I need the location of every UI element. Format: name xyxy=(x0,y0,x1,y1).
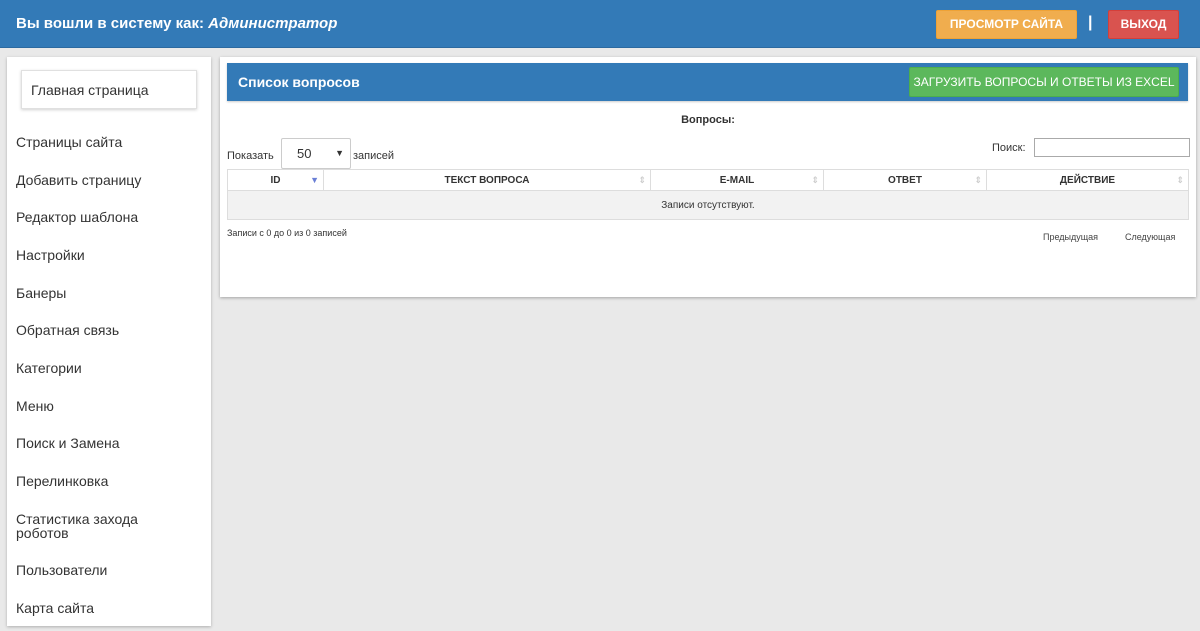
sort-desc-icon: ▼ xyxy=(310,175,319,185)
sidebar-item-add-page[interactable]: Добавить страницу xyxy=(16,173,206,187)
view-site-button[interactable]: ПРОСМОТР САЙТА xyxy=(936,10,1077,39)
page-size-select[interactable]: 50 ▼ xyxy=(281,138,351,169)
sort-both-icon: ⇕ xyxy=(974,175,982,185)
header-separator: | xyxy=(1088,14,1093,31)
panel-title: Список вопросов xyxy=(238,74,360,90)
sidebar-item-site-pages[interactable]: Страницы сайта xyxy=(16,135,206,149)
logout-button[interactable]: ВЫХОД xyxy=(1108,10,1179,39)
caret-down-icon: ▼ xyxy=(335,148,344,158)
questions-table: ID ▼ ТЕКСТ ВОПРОСА ⇕ E-MAIL ⇕ ОТВЕТ ⇕ ДЕ… xyxy=(227,169,1189,220)
sidebar-item-feedback[interactable]: Обратная связь xyxy=(16,323,206,337)
column-header-answer[interactable]: ОТВЕТ ⇕ xyxy=(823,170,986,191)
entries-label: записей xyxy=(353,150,395,162)
sidebar-item-users[interactable]: Пользователи xyxy=(16,563,206,577)
sort-both-icon: ⇕ xyxy=(1176,175,1184,185)
upload-excel-button[interactable]: ЗАГРУЗИТЬ ВОПРОСЫ И ОТВЕТЫ ИЗ EXCEL xyxy=(909,67,1179,97)
column-header-label: ДЕЙСТВИЕ xyxy=(1059,175,1116,186)
column-header-label: ID xyxy=(270,175,281,186)
table-header-row: ID ▼ ТЕКСТ ВОПРОСА ⇕ E-MAIL ⇕ ОТВЕТ ⇕ ДЕ… xyxy=(227,169,1189,191)
home-page-button[interactable]: Главная страница xyxy=(21,70,197,109)
sidebar: Главная страница Страницы сайта Добавить… xyxy=(7,57,211,626)
sidebar-item-sitemap[interactable]: Карта сайта xyxy=(16,601,206,615)
column-header-label: ОТВЕТ xyxy=(888,175,922,186)
sidebar-item-template-editor[interactable]: Редактор шаблона xyxy=(16,210,206,224)
column-header-id[interactable]: ID ▼ xyxy=(227,170,323,191)
prev-page-button[interactable]: Предыдущая xyxy=(1043,232,1098,242)
empty-table-row: Записи отсутствуют. xyxy=(227,191,1189,220)
search-label: Поиск: xyxy=(992,142,1026,154)
column-header-email[interactable]: E-MAIL ⇕ xyxy=(650,170,823,191)
panel-header: Список вопросов ЗАГРУЗИТЬ ВОПРОСЫ И ОТВЕ… xyxy=(227,63,1188,101)
sidebar-item-categories[interactable]: Категории xyxy=(16,361,206,375)
search-input[interactable] xyxy=(1034,138,1190,157)
sidebar-item-banners[interactable]: Банеры xyxy=(16,286,206,300)
table-info: Записи с 0 до 0 из 0 записей xyxy=(227,228,347,238)
column-header-question[interactable]: ТЕКСТ ВОПРОСА ⇕ xyxy=(323,170,650,191)
sort-both-icon: ⇕ xyxy=(638,175,646,185)
sidebar-item-interlinking[interactable]: Перелинковка xyxy=(16,474,206,488)
login-status: Вы вошли в систему как: Администратор xyxy=(16,15,337,32)
questions-panel: Список вопросов ЗАГРУЗИТЬ ВОПРОСЫ И ОТВЕ… xyxy=(220,57,1196,297)
next-page-button[interactable]: Следующая xyxy=(1125,232,1175,242)
column-header-label: ТЕКСТ ВОПРОСА xyxy=(444,175,530,186)
show-label: Показать xyxy=(227,150,274,162)
sidebar-item-robot-stats[interactable]: Статистика захода роботов xyxy=(16,512,166,540)
login-user: Администратор xyxy=(208,15,338,32)
sidebar-item-menu[interactable]: Меню xyxy=(16,399,206,413)
column-header-action[interactable]: ДЕЙСТВИЕ ⇕ xyxy=(986,170,1189,191)
questions-caption: Вопросы: xyxy=(681,114,735,126)
sort-both-icon: ⇕ xyxy=(811,175,819,185)
sidebar-item-search-replace[interactable]: Поиск и Замена xyxy=(16,436,206,450)
top-header: Вы вошли в систему как: Администратор ПР… xyxy=(0,0,1200,48)
column-header-label: E-MAIL xyxy=(719,175,755,186)
login-prefix: Вы вошли в систему как: xyxy=(16,15,204,32)
sidebar-item-settings[interactable]: Настройки xyxy=(16,248,206,262)
page-size-value: 50 xyxy=(297,146,312,161)
